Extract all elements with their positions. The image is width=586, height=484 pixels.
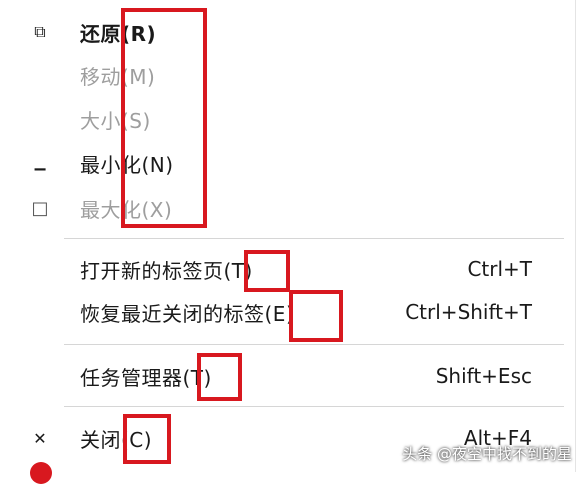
window-border xyxy=(575,0,576,472)
menu-item-move: 移动(M) xyxy=(0,55,586,95)
menu-separator xyxy=(64,344,564,345)
menu-item-task-manager[interactable]: 任务管理器(T) Shift+Esc xyxy=(0,356,586,396)
menu-item-size: 大小(S) xyxy=(0,99,586,139)
menu-separator xyxy=(64,406,564,407)
menu-item-label: 任务管理器(T) xyxy=(80,365,212,390)
highlight-box-accelerators xyxy=(121,8,207,228)
window-system-menu: ⧉ 还原(R) 移动(M) 大小(S) ▁ 最小化(N) □ 最大化(X) 打开… xyxy=(0,0,586,472)
menu-item-maximize: □ 最大化(X) xyxy=(0,188,586,228)
restore-icon: ⧉ xyxy=(34,22,46,41)
minimize-icon: ▁ xyxy=(34,155,46,171)
highlight-box-close-key xyxy=(123,414,171,464)
menu-item-shortcut: Ctrl+T xyxy=(467,257,532,281)
menu-item-shortcut: Ctrl+Shift+T xyxy=(405,300,532,324)
menu-item-label: 恢复最近关闭的标签(E) xyxy=(80,301,295,326)
menu-item-new-tab[interactable]: 打开新的标签页(T) Ctrl+T xyxy=(0,249,586,289)
menu-separator xyxy=(64,238,564,239)
menu-item-label: 打开新的标签页(T) xyxy=(80,258,253,283)
watermark: 头条 @夜空中找不到的星 xyxy=(402,445,572,463)
highlight-box-reopen-key xyxy=(289,290,343,342)
close-icon: ✕ xyxy=(33,428,47,448)
maximize-icon: □ xyxy=(31,197,49,219)
highlight-box-task-manager-key xyxy=(197,353,242,401)
menu-item-restore[interactable]: ⧉ 还原(R) xyxy=(0,12,586,52)
highlight-box-new-tab-key xyxy=(244,250,290,292)
taskbar-icon xyxy=(30,462,52,484)
menu-item-shortcut: Shift+Esc xyxy=(435,364,532,388)
menu-item-minimize[interactable]: ▁ 最小化(N) xyxy=(0,143,586,183)
